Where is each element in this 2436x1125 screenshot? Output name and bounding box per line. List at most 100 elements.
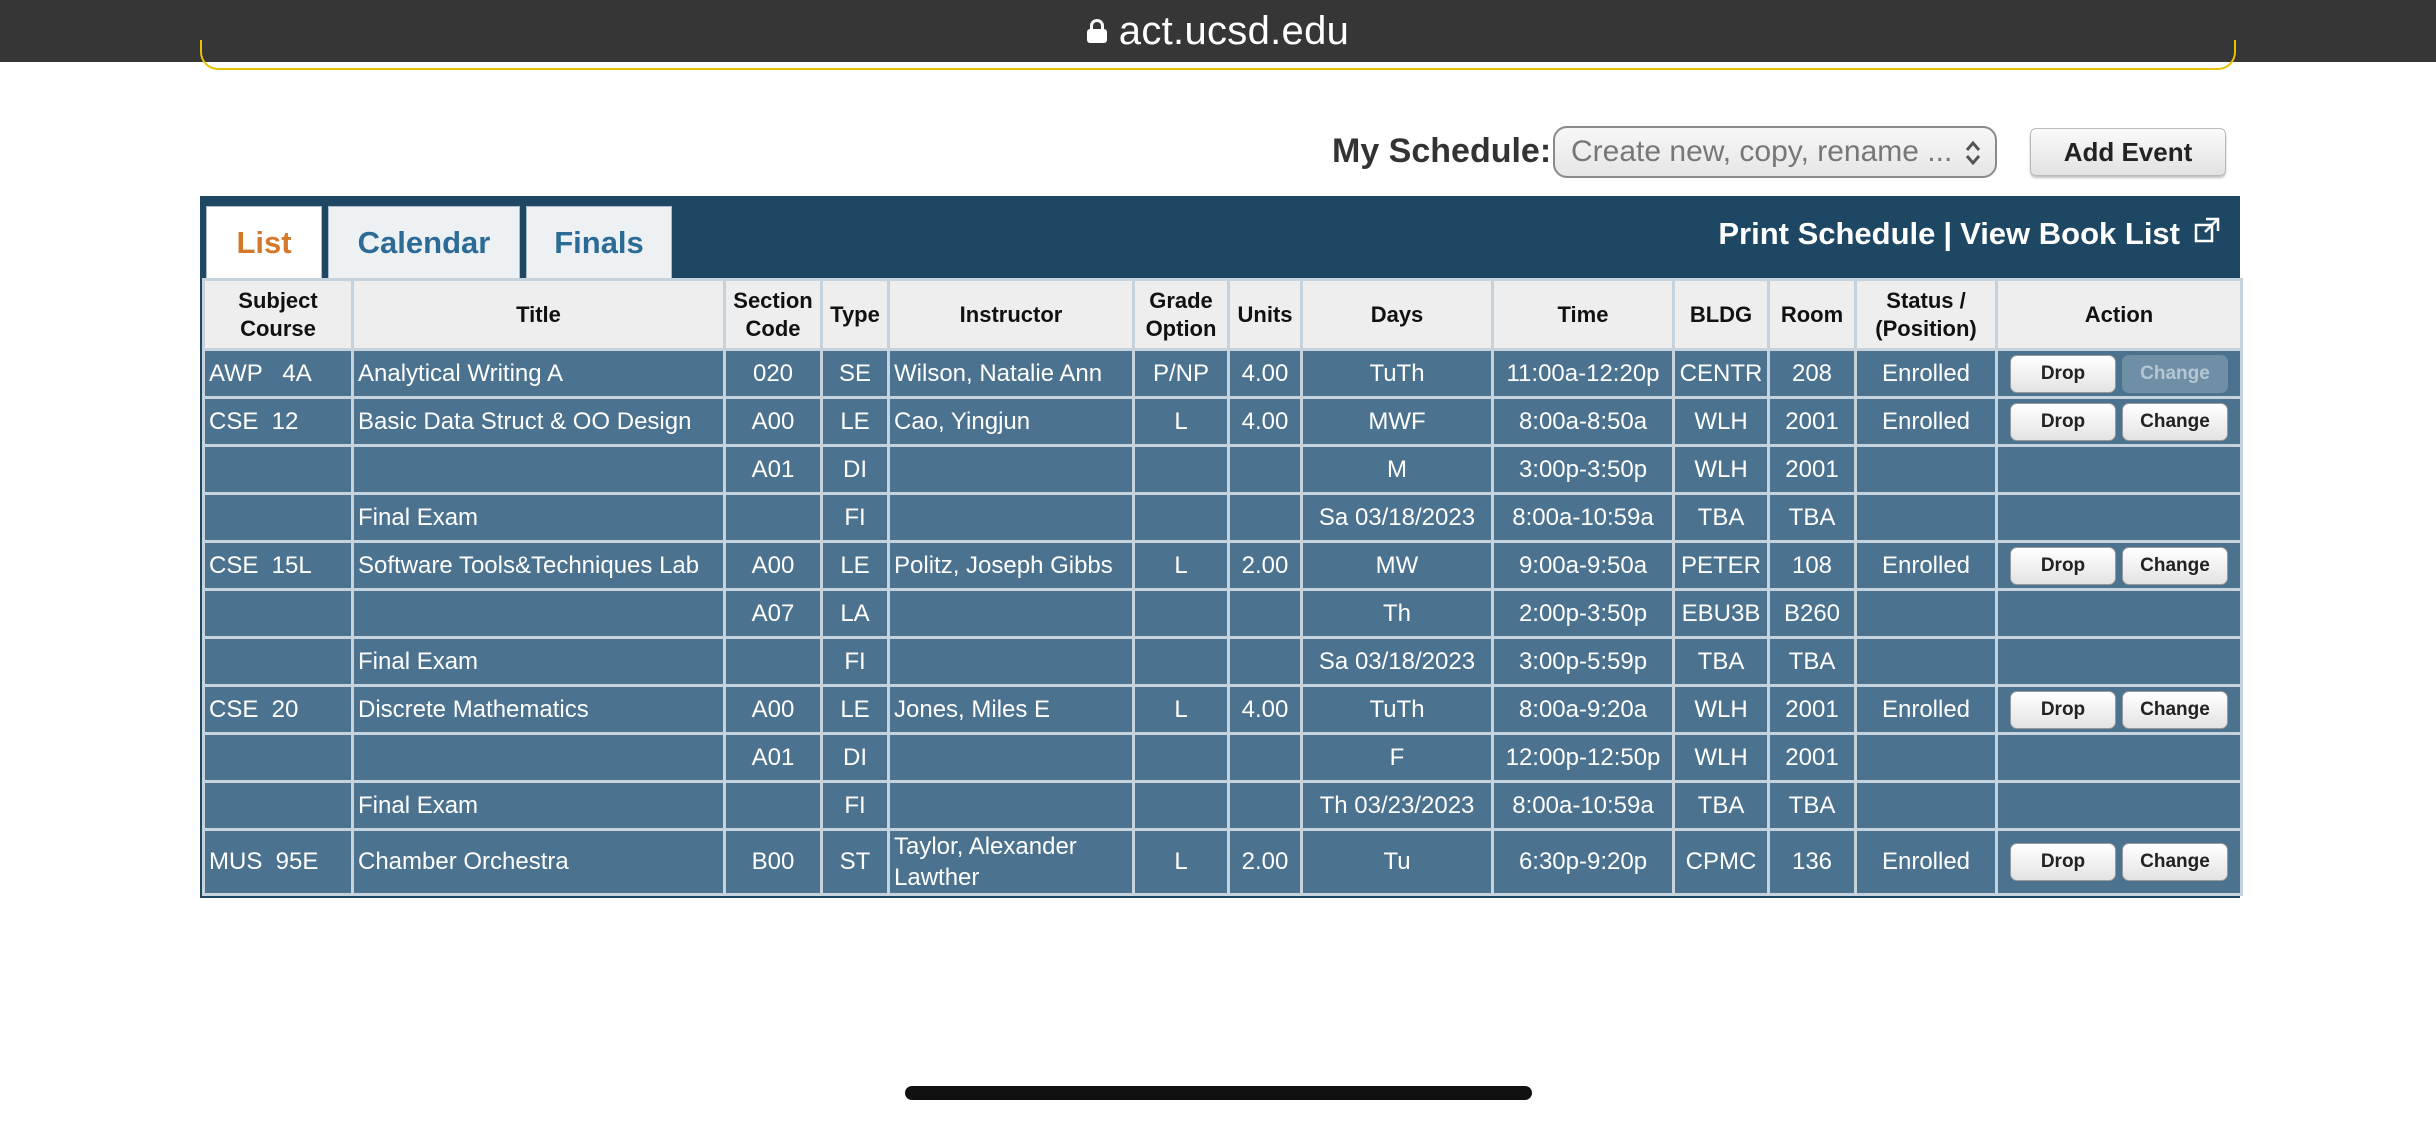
cell-instructor: [887, 732, 1135, 783]
cell-room: TBA: [1767, 636, 1857, 687]
cell-type: FI: [820, 636, 890, 687]
col-header-section: Section Code: [723, 278, 823, 351]
cell-time: 8:00a-10:59a: [1491, 780, 1675, 831]
cell-units: [1227, 492, 1303, 543]
external-link-icon[interactable]: [2194, 217, 2220, 243]
cell-days: Tu: [1300, 828, 1494, 896]
change-button-disabled: Change: [2122, 354, 2228, 393]
cell-status: [1854, 492, 1998, 543]
tab-calendar[interactable]: Calendar: [328, 206, 520, 278]
col-header-action: Action: [1995, 278, 2243, 351]
cell-title: [351, 444, 726, 495]
table-row: CSE 15L Software Tools&Techniques Lab A0…: [202, 540, 2243, 591]
cell-action: [1995, 636, 2243, 687]
cell-section: 020: [723, 348, 823, 399]
cell-units: 2.00: [1227, 540, 1303, 591]
cell-action: Drop Change: [1995, 684, 2243, 735]
drop-button[interactable]: Drop: [2010, 690, 2116, 729]
cell-units: [1227, 588, 1303, 639]
cell-subject: [202, 588, 354, 639]
cell-instructor: [887, 588, 1135, 639]
cell-status: [1854, 732, 1998, 783]
cell-section: B00: [723, 828, 823, 896]
add-event-button[interactable]: Add Event: [2030, 128, 2226, 176]
cell-days: Th 03/23/2023: [1300, 780, 1494, 831]
home-indicator[interactable]: [905, 1086, 1532, 1100]
cell-bldg: CENTR: [1672, 348, 1770, 399]
cell-subject: [202, 444, 354, 495]
change-button[interactable]: Change: [2122, 843, 2228, 881]
cell-subject: AWP 4A: [202, 348, 354, 399]
cell-grade: [1132, 780, 1230, 831]
cell-type: LE: [820, 540, 890, 591]
tab-list[interactable]: List: [206, 206, 322, 278]
col-header-status: Status / (Position): [1854, 278, 1998, 351]
cell-action: Drop Change: [1995, 540, 2243, 591]
cell-action: [1995, 732, 2243, 783]
cell-action: [1995, 444, 2243, 495]
cell-days: MW: [1300, 540, 1494, 591]
view-book-list-link[interactable]: View Book List: [1960, 216, 2180, 252]
cell-section: A07: [723, 588, 823, 639]
cell-units: 2.00: [1227, 828, 1303, 896]
change-button[interactable]: Change: [2122, 690, 2228, 729]
cell-room: 2001: [1767, 684, 1857, 735]
cell-type: LA: [820, 588, 890, 639]
schedule-select[interactable]: Create new, copy, rename ...: [1553, 126, 1997, 178]
cell-days: MWF: [1300, 396, 1494, 447]
cell-status: [1854, 588, 1998, 639]
cell-days: TuTh: [1300, 684, 1494, 735]
cell-type: LE: [820, 396, 890, 447]
cell-section: A00: [723, 684, 823, 735]
col-header-time: Time: [1491, 278, 1675, 351]
cell-bldg: PETER: [1672, 540, 1770, 591]
cell-days: Sa 03/18/2023: [1300, 636, 1494, 687]
cell-days: Sa 03/18/2023: [1300, 492, 1494, 543]
cell-title: Final Exam: [351, 492, 726, 543]
drop-button[interactable]: Drop: [2010, 546, 2116, 585]
cell-subject: CSE 12: [202, 396, 354, 447]
cell-status: [1854, 636, 1998, 687]
drop-button[interactable]: Drop: [2010, 402, 2116, 441]
cell-grade: L: [1132, 684, 1230, 735]
cell-title: Chamber Orchestra: [351, 828, 726, 896]
cell-instructor: [887, 444, 1135, 495]
cell-units: 4.00: [1227, 396, 1303, 447]
col-header-days: Days: [1300, 278, 1494, 351]
cell-bldg: CPMC: [1672, 828, 1770, 896]
col-header-instructor: Instructor: [887, 278, 1135, 351]
cell-grade: L: [1132, 396, 1230, 447]
cell-grade: [1132, 732, 1230, 783]
cell-subject: CSE 20: [202, 684, 354, 735]
cell-section: [723, 780, 823, 831]
view-tabs: List Calendar Finals: [206, 206, 678, 278]
cell-grade: L: [1132, 828, 1230, 896]
cell-title: Basic Data Struct & OO Design: [351, 396, 726, 447]
notice-box-edge: [200, 40, 2236, 70]
cell-instructor: Politz, Joseph Gibbs: [887, 540, 1135, 591]
drop-button[interactable]: Drop: [2010, 354, 2116, 393]
table-row: CSE 12 Basic Data Struct & OO Design A00…: [202, 396, 2243, 447]
cell-time: 8:00a-10:59a: [1491, 492, 1675, 543]
cell-days: TuTh: [1300, 348, 1494, 399]
cell-section: [723, 636, 823, 687]
cell-grade: [1132, 588, 1230, 639]
cell-instructor: [887, 780, 1135, 831]
cell-units: [1227, 444, 1303, 495]
change-button[interactable]: Change: [2122, 402, 2228, 441]
cell-time: 8:00a-8:50a: [1491, 396, 1675, 447]
cell-room: 2001: [1767, 732, 1857, 783]
cell-grade: [1132, 492, 1230, 543]
cell-days: F: [1300, 732, 1494, 783]
cell-title: Analytical Writing A: [351, 348, 726, 399]
drop-button[interactable]: Drop: [2010, 843, 2116, 881]
cell-status: [1854, 444, 1998, 495]
cell-status: Enrolled: [1854, 396, 1998, 447]
table-row: MUS 95E Chamber Orchestra B00 ST Taylor,…: [202, 828, 2243, 896]
print-schedule-link[interactable]: Print Schedule: [1718, 216, 1935, 252]
change-button[interactable]: Change: [2122, 546, 2228, 585]
cell-type: ST: [820, 828, 890, 896]
table-row: Final Exam FI Sa 03/18/2023 8:00a-10:59a…: [202, 492, 2243, 543]
tab-finals[interactable]: Finals: [526, 206, 672, 278]
table-row: AWP 4A Analytical Writing A 020 SE Wilso…: [202, 348, 2243, 399]
